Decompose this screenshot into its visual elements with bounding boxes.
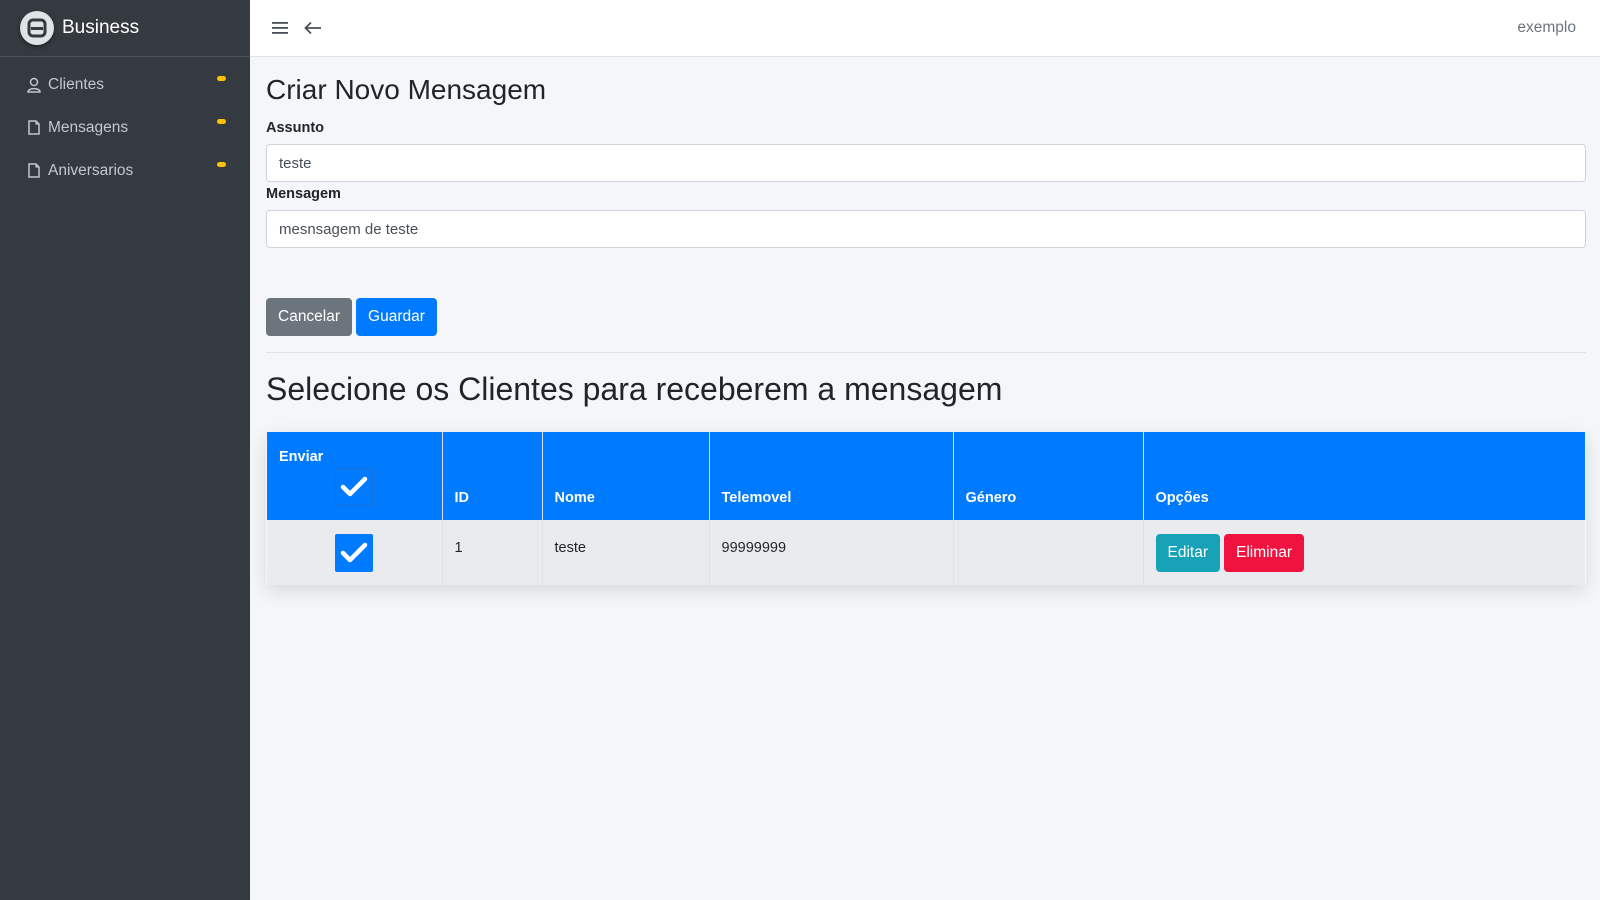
cell-id: 1: [442, 520, 543, 585]
cell-genero: [953, 520, 1144, 585]
section-title: Selecione os Clientes para receberem a m…: [266, 371, 1003, 407]
cell-opcoes: Editar Eliminar: [1143, 520, 1585, 585]
sidebar-nav: Clientes Mensagens Aniversarios: [0, 57, 250, 192]
column-header-nome[interactable]: Nome: [542, 432, 710, 520]
brand-logo: [20, 11, 54, 45]
delete-button[interactable]: Eliminar: [1224, 533, 1304, 572]
table-row: 1 teste 99999999 Editar Eliminar: [267, 520, 1585, 585]
checkmark-icon: [340, 476, 368, 497]
clients-table-wrapper: Enviar ID Nome Telemovel Género Opções 1…: [266, 432, 1586, 585]
subject-label: Assunto: [266, 120, 324, 136]
column-header-id[interactable]: ID: [442, 432, 543, 520]
status-badge: [217, 119, 226, 124]
column-header-telemovel[interactable]: Telemovel: [709, 432, 954, 520]
sidebar: Business Clientes Mensagens Aniversarios: [0, 0, 250, 900]
column-header-label: Enviar: [279, 449, 324, 465]
column-header-enviar: Enviar: [267, 432, 443, 520]
subject-input[interactable]: [266, 144, 1586, 182]
clients-table: Enviar ID Nome Telemovel Género Opções 1…: [267, 432, 1585, 585]
brand-logo-icon: [27, 18, 47, 38]
cancel-button[interactable]: Cancelar: [266, 298, 353, 336]
sidebar-item-aniversarios[interactable]: Aniversarios: [0, 149, 250, 192]
cell-enviar: [267, 520, 443, 585]
message-label: Mensagem: [266, 186, 341, 202]
status-badge: [217, 162, 226, 167]
brand-name: Business: [62, 17, 140, 38]
brand[interactable]: Business: [0, 0, 250, 57]
divider: [266, 352, 1586, 353]
file-icon: [27, 120, 41, 136]
form-actions: Cancelar Guardar: [266, 298, 1586, 336]
main-content: Criar Novo Mensagem Assunto Mensagem Can…: [266, 57, 1586, 585]
message-input[interactable]: [266, 210, 1586, 248]
row-checkbox[interactable]: [335, 533, 373, 572]
sidebar-item-label: Clientes: [48, 75, 104, 93]
edit-button[interactable]: Editar: [1155, 533, 1220, 572]
checkmark-icon: [340, 542, 368, 562]
select-all-checkbox[interactable]: [335, 468, 373, 506]
table-header-row: Enviar ID Nome Telemovel Género Opções: [267, 432, 1585, 520]
cell-nome: teste: [542, 520, 710, 585]
cell-telemovel: 99999999: [709, 520, 954, 585]
sidebar-item-label: Mensagens: [48, 118, 129, 136]
save-button[interactable]: Guardar: [356, 298, 437, 336]
column-header-opcoes: Opções: [1155, 490, 1209, 506]
row-actions: Editar Eliminar: [1155, 533, 1574, 572]
user-icon: [27, 77, 41, 93]
column-header-genero[interactable]: Género: [953, 432, 1144, 520]
sidebar-item-mensagens[interactable]: Mensagens: [0, 106, 250, 149]
page-title: Criar Novo Mensagem: [266, 74, 547, 105]
status-badge: [217, 76, 226, 81]
sidebar-item-label: Aniversarios: [48, 161, 134, 179]
hamburger-icon[interactable]: [270, 18, 290, 38]
file-icon: [27, 163, 41, 179]
sidebar-item-clientes[interactable]: Clientes: [0, 63, 250, 106]
user-menu[interactable]: exemplo: [1517, 19, 1576, 37]
topbar: exemplo: [250, 0, 1600, 57]
arrow-left-icon[interactable]: [303, 18, 323, 38]
